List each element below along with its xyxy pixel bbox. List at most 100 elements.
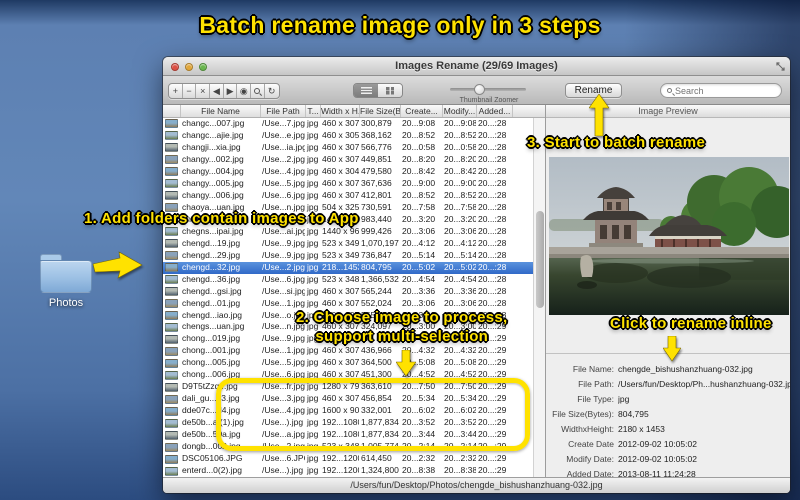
cell: /Use...4.jpg (262, 165, 305, 176)
thumbnail-icon (165, 119, 178, 129)
table-row[interactable]: changc...ajie.jpg/Use...e.jpg jpg 460 x 30… (163, 130, 533, 142)
step3-annotation: 3. Start to batch rename (527, 134, 706, 151)
cell: 999,426 (361, 225, 392, 236)
cell: 20...:28 (478, 285, 507, 296)
cell: 20...5:14 (402, 249, 436, 260)
table-row[interactable]: enterd...0(2).jpg/Use...).jpg jpg 192...12… (163, 465, 533, 477)
refresh-button[interactable]: ↻ (265, 84, 279, 98)
table-row[interactable]: chong...005.jpg/Use...5.jpg jpg 460 x 307 3… (163, 357, 533, 369)
column-header[interactable]: Create... (401, 105, 443, 117)
cell: 300,879 (361, 118, 392, 128)
preview-button[interactable]: ◉ (237, 84, 252, 98)
cell: /Use...ia.jpg (262, 141, 305, 152)
cell: 523 x 348 (322, 273, 359, 284)
table-row[interactable]: chengd...gsi.jpg/Use...si.jpg jpg 460 x 30… (163, 286, 533, 298)
cell: changy...005.jpg (182, 177, 244, 188)
cell: /Use...1.jpg (262, 345, 305, 356)
cell: /Use...5.jpg (262, 357, 305, 368)
search-input[interactable] (675, 85, 765, 96)
delete-button[interactable]: × (196, 84, 211, 98)
thumbnail-zoomer-slider[interactable] (450, 84, 526, 95)
cell: jpg (307, 465, 319, 476)
search-field[interactable] (660, 83, 782, 98)
cell: 20...9:08 (444, 118, 476, 128)
cell: changy...006.jpg (182, 189, 244, 200)
column-header[interactable]: Added... (477, 105, 513, 117)
table-row[interactable]: chengd...36.jpg/Use...6.jpg jpg 523 x 348 1… (163, 274, 533, 286)
step2-annotation: 2. Choose image to process, support mult… (296, 308, 508, 346)
column-header[interactable]: T... (306, 105, 321, 117)
cell: 20...0:58 (402, 141, 436, 152)
cell: 218...1453 (322, 261, 359, 272)
search-button[interactable] (251, 84, 265, 98)
table-row[interactable]: changy...005.jpg/Use...5.jpg jpg 460 x 307… (163, 178, 533, 190)
metadata-row: File Size(Bytes): 804,795 (546, 406, 790, 421)
thumbnail-icon (165, 346, 178, 356)
table-row[interactable]: DSC05106.JPG/Use...6.JPGjpg192...1200614… (163, 453, 533, 465)
thumbnail-icon (165, 143, 178, 153)
toolbar: + − × ◀ ▶ ◉ ↻ Thumbnail Zoomer Rename (163, 76, 790, 105)
cell: jpg (307, 345, 319, 356)
cell: chengd...gsi.jpg (182, 285, 242, 296)
column-header[interactable]: File Path (261, 105, 306, 117)
table-row[interactable]: chong...001.jpg/Use...1.jpg jpg 460 x 307 4… (163, 345, 533, 357)
prev-button[interactable]: ◀ (210, 84, 224, 98)
cell: 1,366,532 (361, 273, 399, 284)
photos-folder-icon[interactable] (40, 254, 92, 294)
cell: chengd...36.jpg (182, 273, 241, 284)
cell: 20...:29 (478, 345, 507, 356)
cell: chengd...19.jpg (182, 237, 241, 248)
table-row[interactable]: changc...007.jpg/Use...7.jpg jpg 460 x 307… (163, 118, 533, 130)
cell: 20...8:42 (402, 165, 436, 176)
table-row[interactable]: chengd...19.jpg/Use...9.jpg jpg 523 x 349 1… (163, 238, 533, 250)
add-button[interactable]: + (169, 84, 183, 98)
scrollbar-thumb[interactable] (535, 211, 544, 309)
slider-knob[interactable] (474, 84, 485, 95)
cell: jpg (307, 129, 319, 140)
cell: chengs...uan.jpg (182, 321, 245, 332)
cell: changc...ajie.jpg (182, 129, 244, 140)
file-name-inline-edit[interactable]: chengde_bishushanzhuang-032.jpg (618, 364, 753, 374)
grid-view-icon (386, 86, 394, 95)
table-row[interactable]: chegns...ipai.jpg/Use...ai.jpg jpg 1440 x … (163, 226, 533, 238)
column-header[interactable]: Width x H... (321, 105, 360, 117)
cell: 460 x 307 (322, 153, 359, 164)
vertical-scrollbar[interactable] (533, 118, 545, 477)
column-header[interactable]: File Size(B... (360, 105, 401, 117)
cell: 460 x 307 (322, 345, 359, 356)
cell: 20...8:52 (402, 189, 436, 200)
header-icon-column[interactable] (163, 105, 181, 117)
thumbnail-icon (165, 167, 178, 177)
next-button[interactable]: ▶ (224, 84, 238, 98)
table-row[interactable]: changy...006.jpg/Use...6.jpg jpg 460 x 307… (163, 190, 533, 202)
column-header[interactable]: File Name (181, 105, 261, 117)
table-row[interactable]: chengd...29.jpg/Use...9.jpg jpg 523 x 349 7… (163, 250, 533, 262)
cell: jpg (307, 141, 319, 152)
table-row[interactable]: changy...002.jpg/Use...2.jpg jpg 460 x 307… (163, 154, 533, 166)
step2-arrow-icon (396, 350, 416, 377)
remove-button[interactable]: − (183, 84, 197, 98)
preview-header: Image Preview (546, 105, 790, 118)
cell: 736,847 (361, 249, 392, 260)
expand-window-icon[interactable] (776, 62, 785, 71)
list-view-icon (360, 87, 372, 94)
list-view-button[interactable] (354, 84, 378, 97)
cell: 20...:28 (478, 225, 507, 236)
table-row[interactable]: chengd...32.jpg/Use...2.jpg jpg 218...1453… (163, 261, 533, 274)
cell: chengd...01.jpg (182, 297, 241, 308)
cell: 20...9:00 (402, 177, 436, 188)
title-bar[interactable]: Images Rename (29/69 Images) (163, 57, 790, 76)
grid-view-button[interactable] (378, 84, 402, 97)
thumbnail-icon (165, 263, 178, 273)
column-header[interactable]: Modify... (443, 105, 477, 117)
table-row[interactable]: changji...xia.jpg/Use...ia.jpg jpg 460 x 3… (163, 142, 533, 154)
field-value: jpg (618, 393, 630, 404)
table-row[interactable]: changy...004.jpg/Use...4.jpg jpg 460 x 304… (163, 166, 533, 178)
cell: 20...8:42 (444, 165, 476, 176)
table-header[interactable]: File NameFile PathT...Width x H...File S… (163, 105, 545, 118)
thumbnail-icon (165, 418, 178, 428)
cell: 460 x 307 (322, 285, 359, 296)
cell: 1,324,800 (361, 465, 399, 476)
cell: chengd...32.jpg (182, 261, 241, 272)
cell: 20...:28 (478, 165, 507, 176)
